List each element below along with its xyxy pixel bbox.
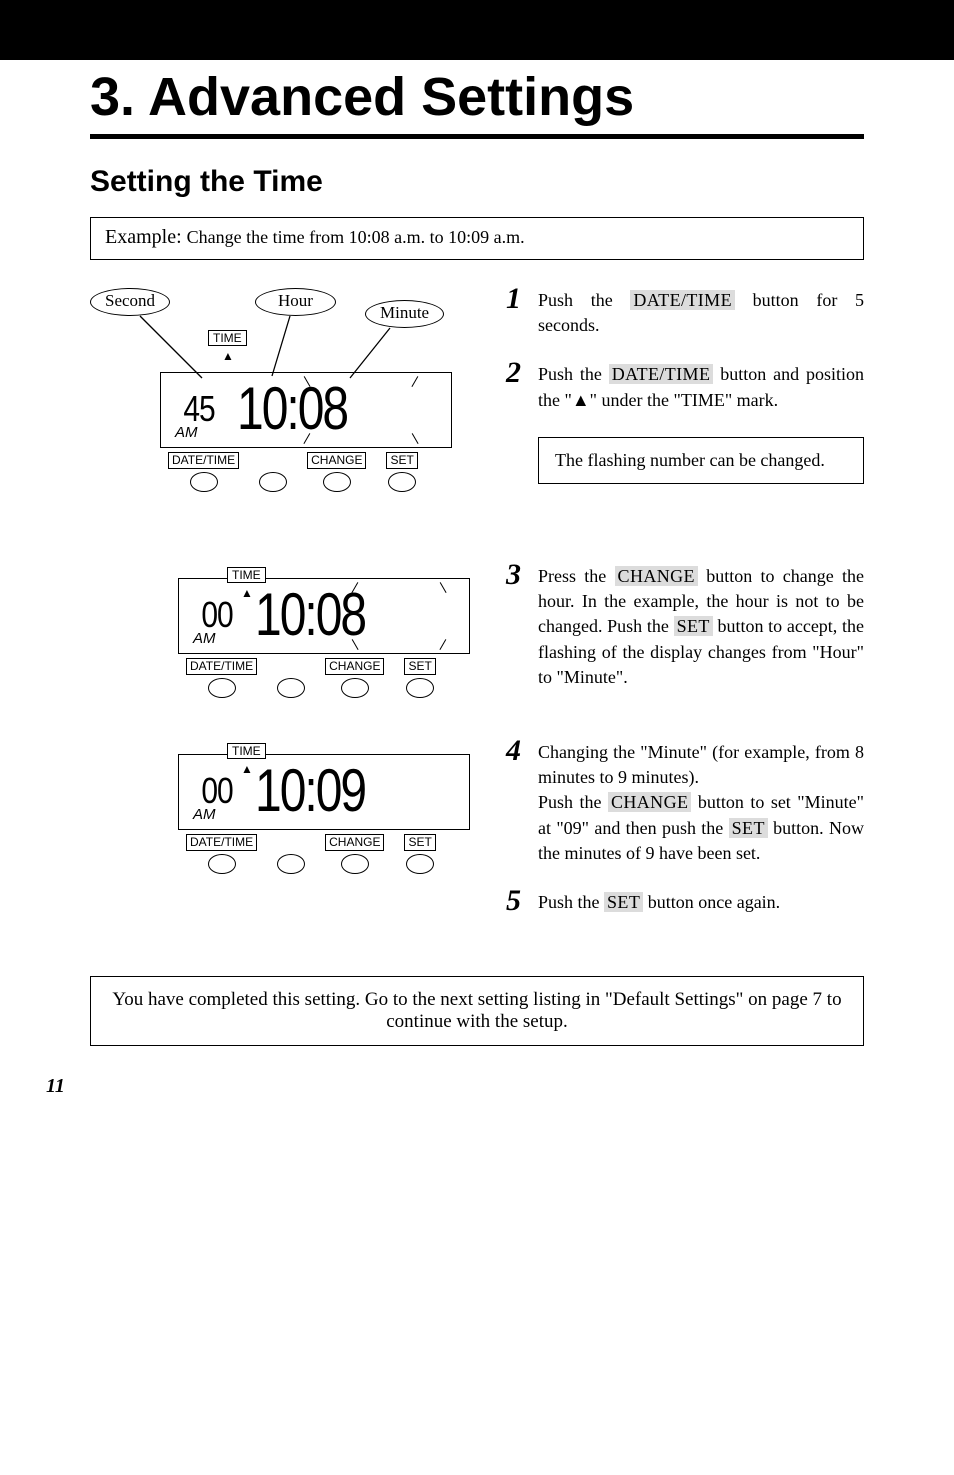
- inline-button-label: SET: [729, 818, 768, 838]
- device-button-label: SET: [386, 452, 417, 469]
- device-button-label: DATE/TIME: [168, 452, 239, 469]
- chapter-title: 3. Advanced Settings: [90, 66, 864, 139]
- step-number: 1: [506, 284, 534, 314]
- step-4: 4 Changing the "Minute" (for example, fr…: [506, 740, 864, 866]
- lcd-ampm: AM: [175, 424, 198, 441]
- button-icon: [388, 472, 416, 492]
- button-icon: [259, 472, 287, 492]
- step-number: 3: [506, 560, 534, 590]
- device-button-label: CHANGE: [325, 834, 384, 851]
- device-button-label: DATE/TIME: [186, 658, 257, 675]
- step-1: 1 Push the DATE/TIME button for 5 second…: [506, 288, 864, 338]
- lcd-clock: 10:09: [255, 762, 365, 822]
- device-button-label: CHANGE: [325, 658, 384, 675]
- section-subtitle: Setting the Time: [90, 165, 864, 199]
- figure-1: Second Hour Minute TIME ▲ 45: [90, 288, 470, 538]
- device-button-label: CHANGE: [307, 452, 366, 469]
- lcd-time-label: TIME: [208, 330, 247, 346]
- device-button-row: DATE/TIME . CHANGE SET: [178, 654, 470, 708]
- inline-button-label: DATE/TIME: [609, 364, 714, 384]
- lcd-ampm: AM: [193, 806, 216, 823]
- figure-3: TIME ▲ 00 10:09 AM DATE/TIME . CHANGE SE…: [178, 740, 470, 944]
- button-icon: [208, 678, 236, 698]
- step-number: 4: [506, 736, 534, 766]
- triangle-up-icon: ▲: [572, 388, 590, 413]
- device-button-change: CHANGE: [307, 452, 366, 492]
- button-icon: [406, 854, 434, 874]
- example-box: Example: Change the time from 10:08 a.m.…: [90, 217, 864, 260]
- device-button-row: DATE/TIME . CHANGE SET: [160, 448, 452, 502]
- lcd-ampm: AM: [193, 630, 216, 647]
- segment-tick: [439, 582, 446, 593]
- button-icon: [190, 472, 218, 492]
- step-2: 2 Push the DATE/TIME button and position…: [506, 362, 864, 412]
- step-text: Push the DATE/TIME button for 5 seconds.: [538, 288, 864, 338]
- callout-second: Second: [90, 288, 170, 316]
- button-icon: [277, 678, 305, 698]
- lcd-clock-value: 10:08: [237, 376, 347, 442]
- inline-button-label: SET: [674, 616, 713, 636]
- inline-button-label: CHANGE: [615, 566, 698, 586]
- step-text: Push the SET button once again.: [538, 890, 864, 915]
- segment-tick: [411, 433, 418, 444]
- button-icon: [277, 854, 305, 874]
- step-number: 2: [506, 358, 534, 388]
- step-text: Press the CHANGE button to change the ho…: [538, 564, 864, 690]
- button-icon: [341, 678, 369, 698]
- button-icon: [406, 678, 434, 698]
- callout-hour: Hour: [255, 288, 336, 316]
- lcd-clock: 10:08: [255, 586, 365, 646]
- device-button-label: SET: [404, 834, 435, 851]
- lcd-pointer-icon: ▲: [222, 349, 234, 364]
- note-box: The flashing number can be changed.: [538, 437, 864, 484]
- figure-2: TIME ▲ 00 10:08 AM DATE/TIME . C: [178, 564, 470, 714]
- step-3: 3 Press the CHANGE button to change the …: [506, 564, 864, 690]
- step-number: 5: [506, 886, 534, 916]
- example-body: Change the time from 10:08 a.m. to 10:09…: [187, 227, 525, 247]
- top-black-bar: [0, 0, 954, 60]
- button-icon: [323, 472, 351, 492]
- inline-button-label: DATE/TIME: [630, 290, 735, 310]
- step-text: Push the DATE/TIME button and position t…: [538, 362, 864, 412]
- device-button-row: DATE/TIME . CHANGE SET: [178, 830, 470, 884]
- step-5: 5 Push the SET button once again.: [506, 890, 864, 920]
- button-icon: [208, 854, 236, 874]
- page-number: 11: [46, 1075, 65, 1098]
- segment-tick: [411, 376, 418, 387]
- lcd-clock: 10:08: [237, 380, 347, 440]
- device-button-set: SET: [386, 452, 417, 492]
- step-text: Changing the "Minute" (for example, from…: [538, 740, 864, 866]
- device-button-label: DATE/TIME: [186, 834, 257, 851]
- callout-minute: Minute: [365, 300, 444, 328]
- device-button-label: SET: [404, 658, 435, 675]
- inline-button-label: SET: [604, 892, 643, 912]
- device-button-datetime: DATE/TIME: [168, 452, 239, 492]
- example-lead: Example:: [105, 226, 187, 248]
- inline-button-label: CHANGE: [608, 792, 691, 812]
- button-icon: [341, 854, 369, 874]
- segment-tick: [439, 639, 446, 650]
- conclusion-box: You have completed this setting. Go to t…: [90, 976, 864, 1046]
- device-button-blank: .: [259, 452, 287, 492]
